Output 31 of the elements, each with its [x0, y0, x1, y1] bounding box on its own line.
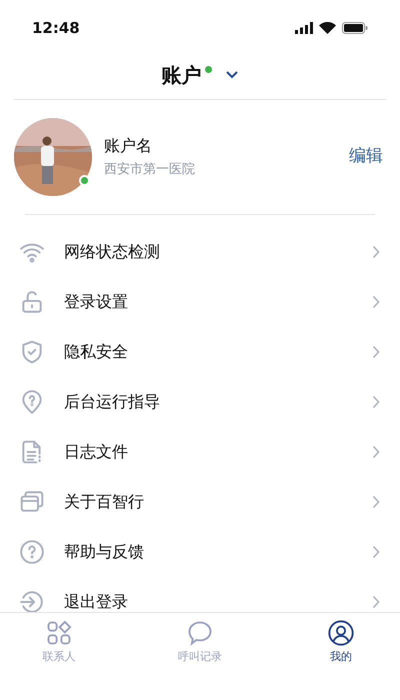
menu-item[interactable]: 网络状态检测	[0, 227, 400, 277]
chat-bubble-icon	[186, 619, 214, 647]
wifi-icon	[319, 22, 336, 34]
page-title: 账户	[162, 62, 202, 88]
tab-item[interactable]: 我的	[306, 619, 376, 700]
account-name: 账户名	[104, 135, 153, 158]
edit-link[interactable]: 编辑	[349, 144, 383, 170]
chevron-right-icon	[372, 445, 380, 459]
menu-item[interactable]: 退出登录	[0, 577, 400, 612]
organization-name: 西安市第一医院	[104, 161, 196, 180]
user-circle-icon	[327, 619, 355, 647]
chevron-right-icon	[372, 395, 380, 409]
chevron-right-icon	[372, 295, 380, 309]
menu-item[interactable]: 隐私安全	[0, 327, 400, 377]
menu-item[interactable]: 登录设置	[0, 277, 400, 327]
chevron-right-icon	[372, 345, 380, 359]
chevron-right-icon	[372, 495, 380, 509]
chevron-right-icon	[372, 245, 380, 259]
status-time: 12:48	[32, 18, 80, 39]
chevron-right-icon	[372, 545, 380, 559]
help-icon	[19, 539, 45, 565]
chevron-down-icon[interactable]	[224, 70, 238, 79]
battery-icon	[342, 22, 368, 34]
grid-icon	[45, 619, 73, 647]
menu-item[interactable]: 后台运行指导	[0, 377, 400, 427]
menu-item[interactable]: 帮助与反馈	[0, 527, 400, 577]
menu-item[interactable]: 日志文件	[0, 427, 400, 477]
menu-item[interactable]: 关于百智行	[0, 477, 400, 527]
signal-icon	[295, 22, 313, 34]
chevron-right-icon	[372, 595, 380, 609]
logout-icon	[19, 589, 45, 612]
